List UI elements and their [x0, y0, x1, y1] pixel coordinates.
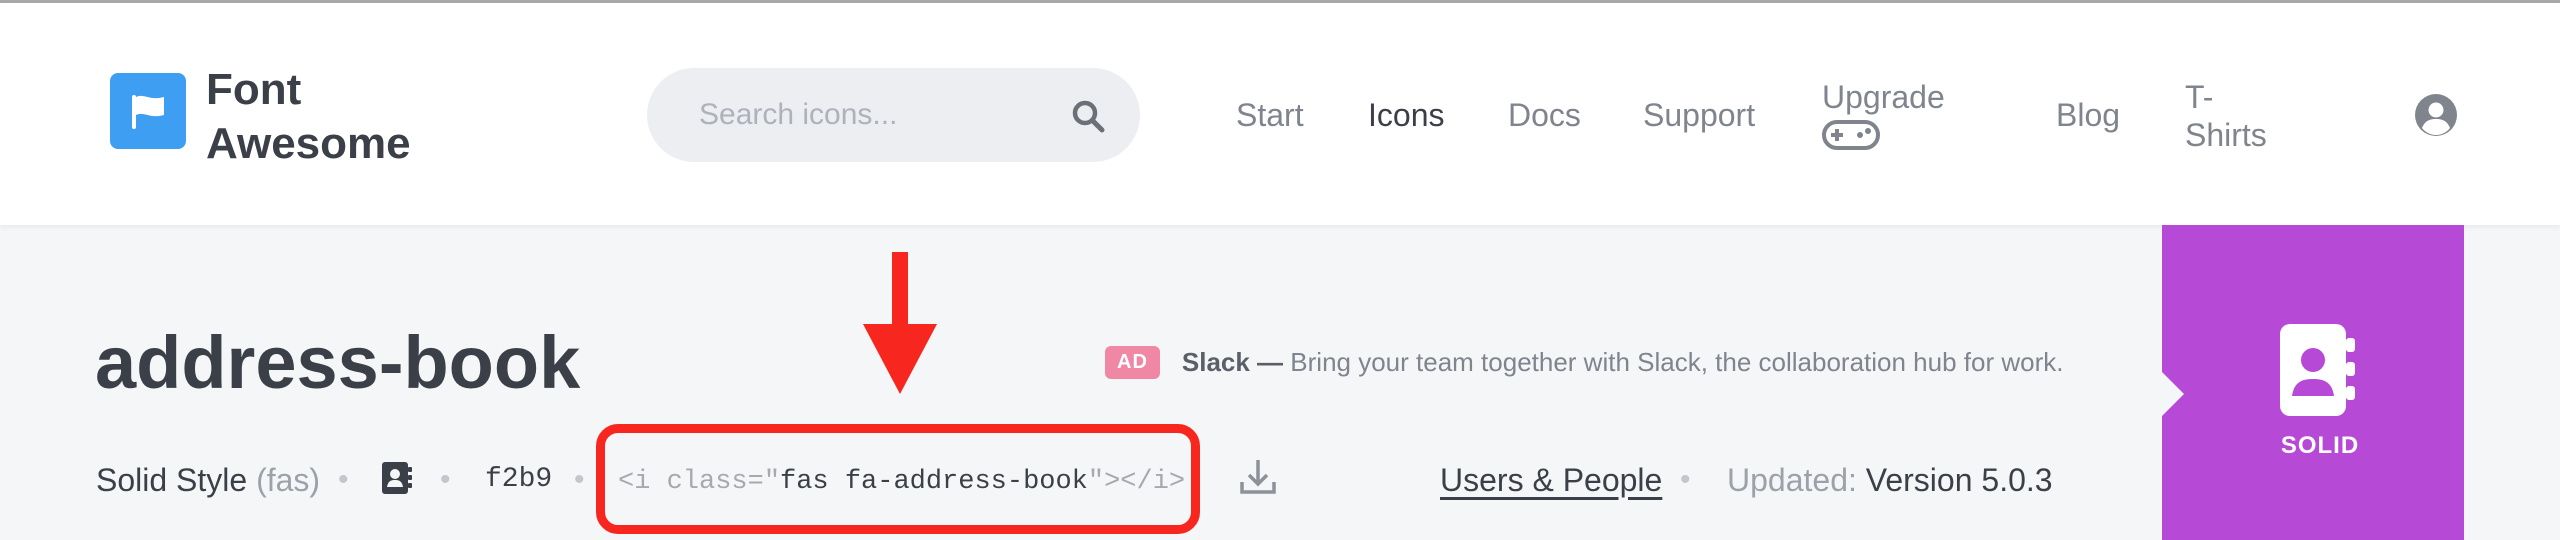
ad-copy: Bring your team together with Slack, the… [1290, 347, 2064, 377]
unicode-value[interactable]: f2b9 [485, 460, 552, 500]
nav-start[interactable]: Start [1236, 96, 1304, 134]
nav-icons[interactable]: Icons [1368, 96, 1444, 134]
user-circle-icon[interactable] [2413, 92, 2459, 138]
updated-info: Updated: Version 5.0.3 [1727, 462, 2053, 498]
download-icon[interactable] [1238, 456, 1278, 496]
nav-upgrade-label: Upgrade [1822, 79, 1945, 115]
logo[interactable]: Font Awesome [110, 63, 411, 171]
style-panel-label: SOLID [2280, 432, 2360, 459]
arrow-down-icon [863, 252, 937, 394]
ad-brand: Slack — [1181, 347, 1284, 377]
style-panel-notch [2162, 372, 2184, 416]
separator-dot: • [338, 463, 349, 496]
separator-dot: • [1680, 463, 1691, 496]
search-box[interactable] [647, 68, 1140, 162]
search-input[interactable] [697, 94, 1031, 136]
ad-text: Slack — Bring your team together with Sl… [1182, 347, 2064, 378]
style-label: Solid Style (fas) [96, 462, 321, 498]
ad-badge: AD [1105, 346, 1160, 379]
icon-code-snippet[interactable]: <i class="fas fa-address-book"></i> [618, 462, 1185, 502]
nav-tshirts[interactable]: T-Shirts [2185, 78, 2275, 154]
gamepad-icon [1822, 120, 1880, 150]
page-title: address-book [95, 321, 581, 404]
brand-name: Font Awesome [206, 65, 411, 168]
ad-banner[interactable]: AD Slack — Bring your team together with… [1105, 346, 2063, 379]
nav-upgrade[interactable]: Upgrade [1822, 78, 1945, 152]
nav-docs[interactable]: Docs [1508, 96, 1581, 134]
site-header: Font Awesome Start Icons Docs Support Up… [0, 3, 2560, 225]
category-link[interactable]: Users & People [1440, 460, 1662, 500]
nav-support[interactable]: Support [1643, 96, 1755, 134]
nav-blog[interactable]: Blog [2056, 96, 2120, 134]
style-prefix: (fas) [256, 462, 321, 498]
address-book-icon [2280, 324, 2355, 416]
flag-icon [110, 73, 186, 149]
search-icon[interactable] [1070, 98, 1106, 134]
separator-dot: • [574, 463, 585, 496]
separator-dot: • [440, 463, 451, 496]
address-book-icon [382, 462, 412, 494]
